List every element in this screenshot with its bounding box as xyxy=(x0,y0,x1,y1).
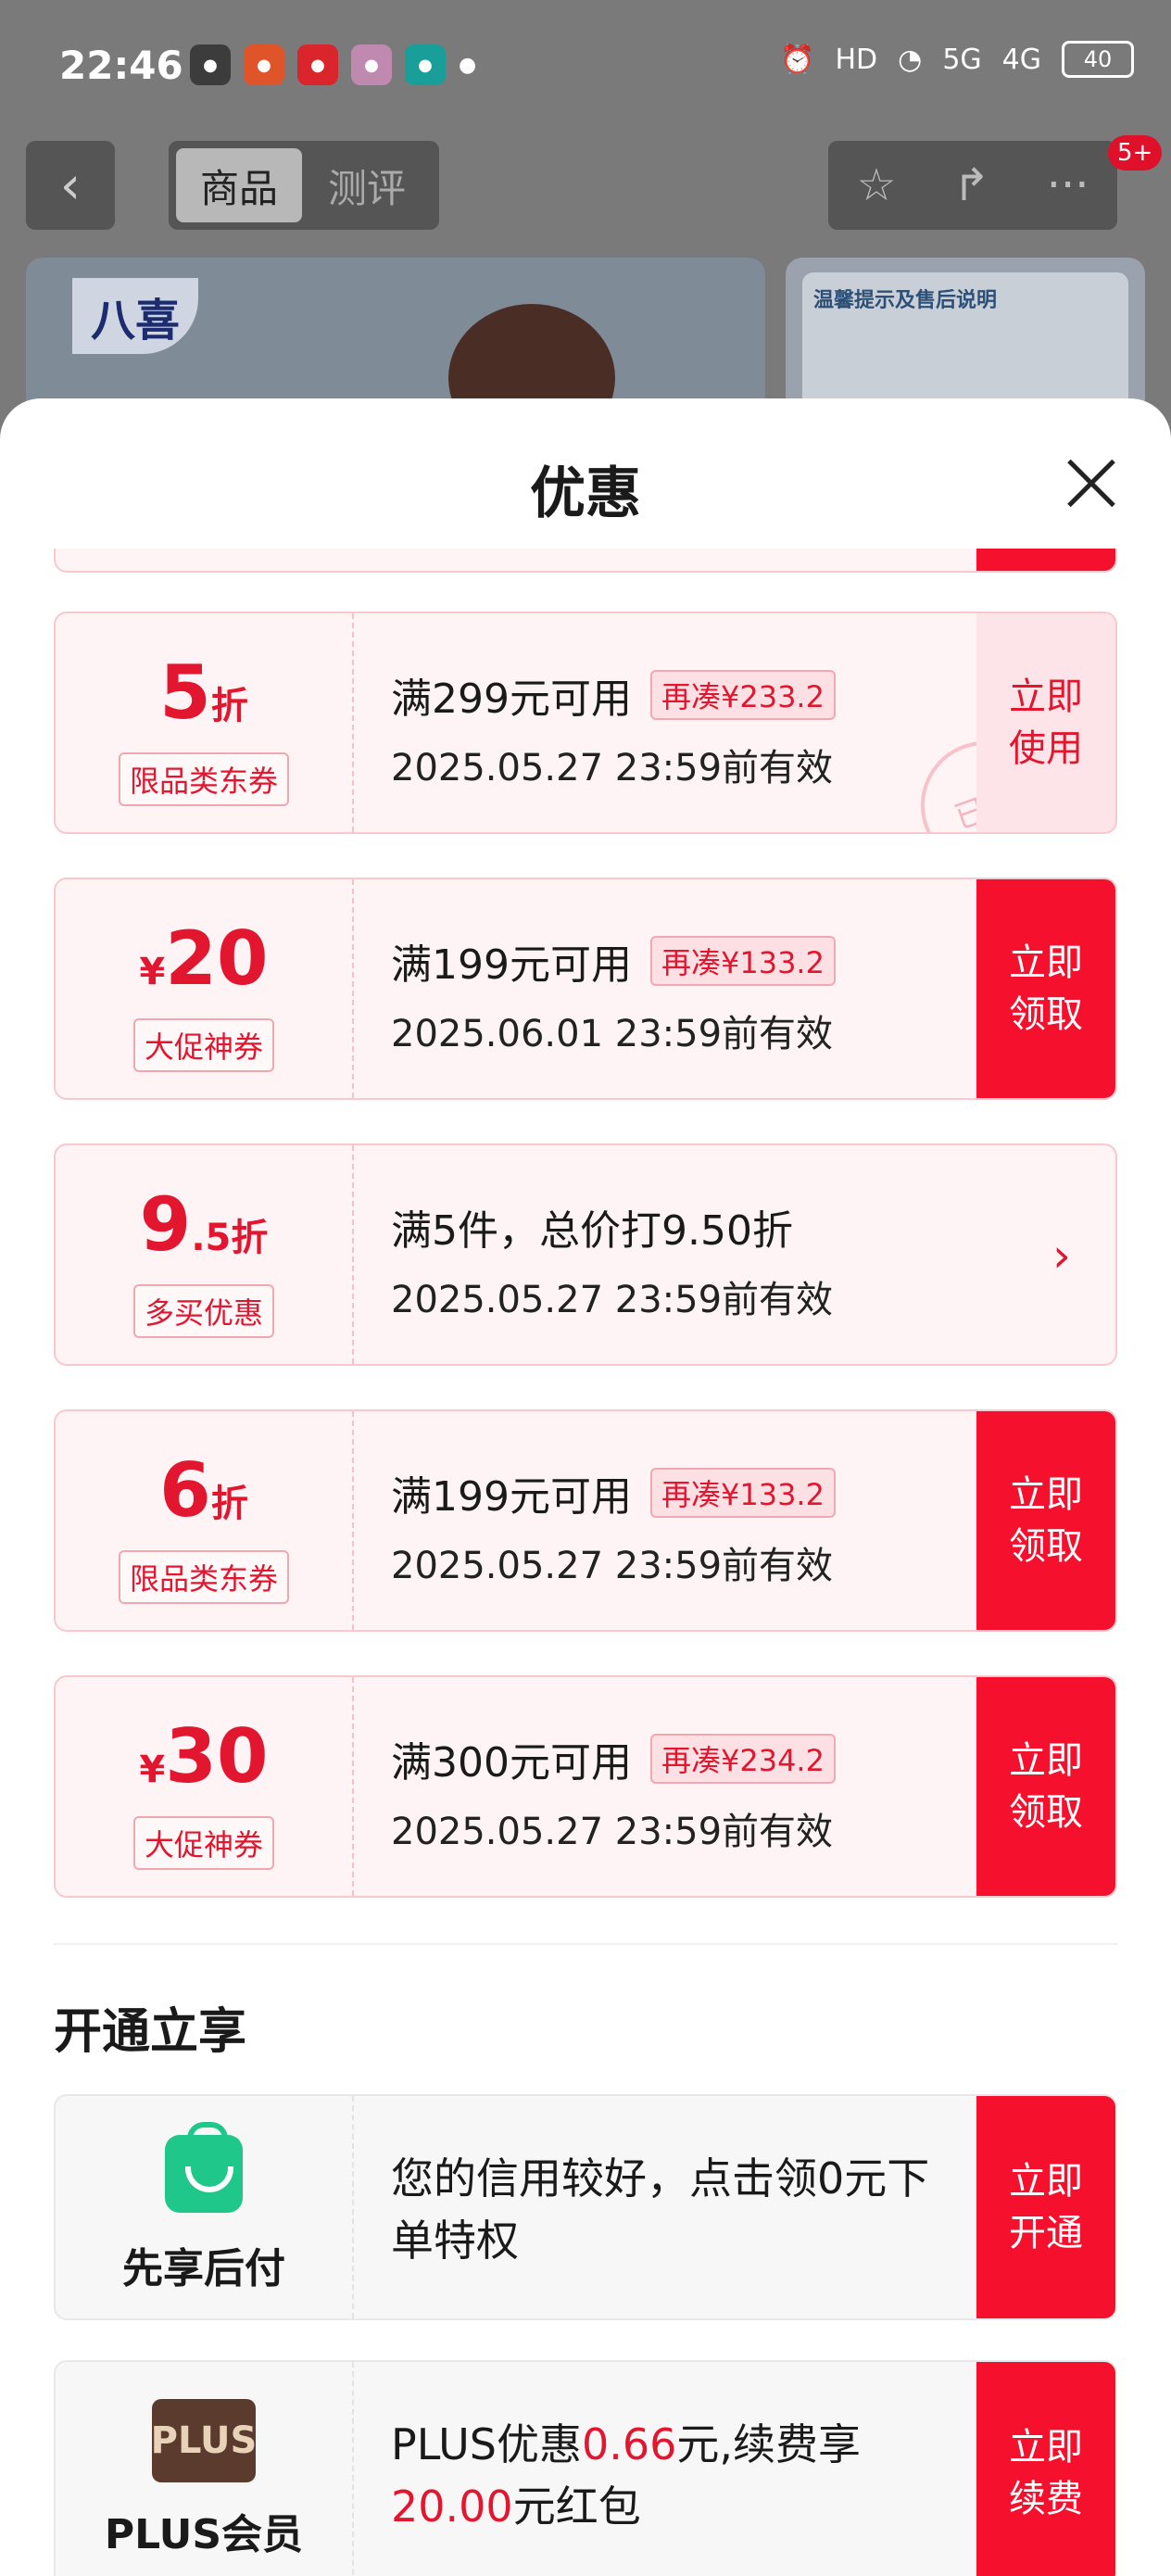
more-icon[interactable]: ··· xyxy=(1047,159,1089,211)
signal-4g-icon: 4G xyxy=(1001,43,1041,76)
share-icon[interactable]: ↱ xyxy=(953,159,990,211)
section-title: 开通立享 xyxy=(54,2004,247,2060)
coupon-amount: 6 xyxy=(159,1447,211,1534)
use-now-button[interactable]: 立即使用 xyxy=(976,613,1115,832)
perk-description: 您的信用较好，点击领0元下单特权 xyxy=(391,2153,930,2266)
coupon-unit: 折 xyxy=(231,1217,269,1259)
claim-button[interactable]: 立即领取 xyxy=(976,1411,1115,1630)
tab-goods[interactable]: 商品 xyxy=(176,148,302,222)
coupon-validity: 2025.06.01 23:59前有效 xyxy=(391,1013,834,1055)
coupon-tag: 多买优惠 xyxy=(132,1284,275,1338)
sheet-title: 优惠 xyxy=(530,461,641,526)
coupon-unit: 折 xyxy=(210,1483,248,1525)
coupon-tag: 限品类东券 xyxy=(118,1550,290,1604)
claim-button[interactable]: 立即领取 xyxy=(976,879,1115,1098)
close-icon[interactable] xyxy=(1064,456,1119,511)
hd-icon: HD xyxy=(835,43,878,76)
coupon-condition: 满199元可用 xyxy=(391,1473,632,1521)
coupon-unit: 折 xyxy=(210,685,248,727)
shopping-bag-icon xyxy=(165,2122,243,2213)
coupon-condition: 满5件，总价打9.50折 xyxy=(391,1207,793,1255)
perk-name: 先享后付 xyxy=(122,2245,285,2292)
coupon-tag: 大促神券 xyxy=(132,1816,275,1870)
coupon-card: 6折 限品类东券 满199元可用 再凑¥133.2 2025.05.27 23:… xyxy=(54,1409,1117,1632)
coupon-sheet: 优惠 5折 限品类东券 满299元可用 再凑¥233.2 2025.05.27 … xyxy=(0,398,1171,2576)
status-indicators: ⏰ HD ◔ 5G 4G 40 xyxy=(780,41,1134,78)
top-nav: ‹ 商品 测评 ☆ ↱ ··· 5+ xyxy=(0,135,1171,234)
coupon-extra: 再凑¥133.2 xyxy=(649,936,836,986)
brand-logo: 八喜 xyxy=(72,278,199,354)
coupon-amount: 30 xyxy=(165,1713,269,1799)
coupon-card-partial xyxy=(54,549,1117,573)
battery-icon: 40 xyxy=(1062,41,1134,78)
coupon-card[interactable]: 9.5折 多买优惠 满5件，总价打9.50折 2025.05.27 23:59前… xyxy=(54,1143,1117,1366)
perk-card: PLUS PLUS会员 PLUS优惠0.66元,续费享 20.00元红包 立即续费 xyxy=(54,2360,1117,2576)
coupon-tag: 大促神券 xyxy=(132,1018,275,1072)
status-time: 22:46 xyxy=(59,43,183,88)
coupon-amount-decimal: .5 xyxy=(191,1217,232,1259)
coupon-condition: 满199元可用 xyxy=(391,941,632,989)
coupon-extra: 再凑¥233.2 xyxy=(649,670,836,720)
coupon-validity: 2025.05.27 23:59前有效 xyxy=(391,1811,834,1853)
coupon-amount: 5 xyxy=(159,650,211,736)
star-icon[interactable]: ☆ xyxy=(856,159,896,211)
wechat-icon: ● xyxy=(190,44,231,85)
avatar-icon: ● xyxy=(351,44,392,85)
alarm-icon: ⏰ xyxy=(780,43,815,76)
wifi-icon: ◔ xyxy=(898,43,923,76)
coupon-condition: 满300元可用 xyxy=(391,1739,632,1787)
chevron-left-icon: ‹ xyxy=(59,155,82,216)
coupon-extra: 再凑¥234.2 xyxy=(649,1734,836,1784)
signal-5g-icon: 5G xyxy=(942,43,982,76)
coupon-list[interactable]: 5折 限品类东券 满299元可用 再凑¥233.2 2025.05.27 23:… xyxy=(0,549,1171,2576)
coupon-card: 5折 限品类东券 满299元可用 再凑¥233.2 2025.05.27 23:… xyxy=(54,612,1117,834)
coupon-currency: ¥ xyxy=(139,1749,166,1791)
dot-icon: ● xyxy=(459,53,477,77)
activate-button[interactable]: 立即开通 xyxy=(976,2096,1115,2318)
chevron-right-icon[interactable]: › xyxy=(1052,1229,1071,1282)
coupon-amount: 20 xyxy=(165,915,269,1002)
coupon-extra: 再凑¥133.2 xyxy=(649,1468,836,1518)
boss-app-icon: ● xyxy=(405,44,446,85)
tab-review[interactable]: 测评 xyxy=(304,148,430,222)
renew-button[interactable]: 立即续费 xyxy=(976,2362,1115,2576)
coupon-validity: 2025.05.27 23:59前有效 xyxy=(391,747,834,789)
status-bar: 22:46 ● ● ● ● ● ● ⏰ HD ◔ 5G 4G 40 xyxy=(0,0,1171,139)
toolbar: ☆ ↱ ··· xyxy=(828,141,1117,230)
coupon-card: ¥30 大促神券 满300元可用 再凑¥234.2 2025.05.27 23:… xyxy=(54,1675,1117,1898)
back-button[interactable]: ‹ xyxy=(26,141,115,230)
tab-switcher: 商品 测评 xyxy=(169,141,439,230)
coupon-validity: 2025.05.27 23:59前有效 xyxy=(391,1545,834,1587)
plus-member-icon: PLUS xyxy=(151,2399,257,2482)
perk-name: PLUS会员 xyxy=(104,2511,304,2558)
perk-description: PLUS优惠0.66元,续费享 20.00元红包 xyxy=(391,2419,861,2532)
notification-icons: ● ● ● ● ● ● xyxy=(190,44,476,85)
coupon-tag: 限品类东券 xyxy=(118,752,290,806)
message-badge: 5+ xyxy=(1108,135,1163,170)
coupon-amount: 9 xyxy=(139,1181,192,1268)
perk-card: 先享后付 您的信用较好，点击领0元下单特权 立即开通 xyxy=(54,2094,1117,2320)
coupon-validity: 2025.05.27 23:59前有效 xyxy=(391,1279,834,1321)
app-icon: ● xyxy=(297,44,338,85)
app-icon: ● xyxy=(244,44,284,85)
coupon-condition: 满299元可用 xyxy=(391,676,632,723)
coupon-currency: ¥ xyxy=(139,951,166,993)
claim-button[interactable]: 立即领取 xyxy=(976,1677,1115,1896)
divider xyxy=(54,1943,1117,1945)
coupon-card: ¥20 大促神券 满199元可用 再凑¥133.2 2025.06.01 23:… xyxy=(54,878,1117,1100)
